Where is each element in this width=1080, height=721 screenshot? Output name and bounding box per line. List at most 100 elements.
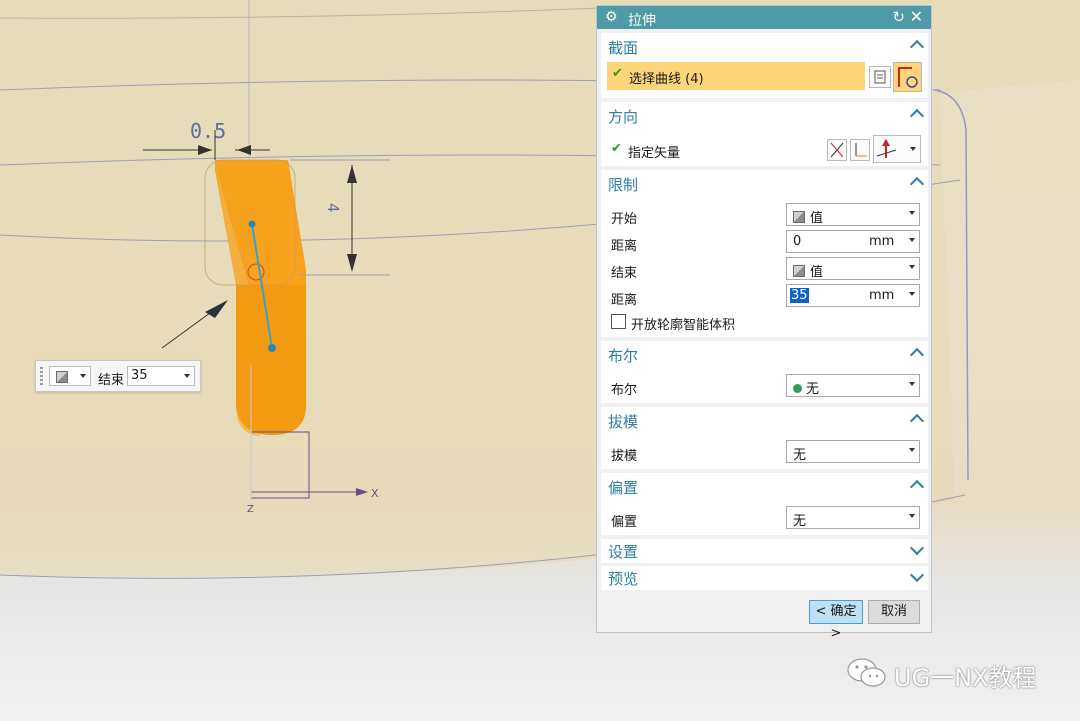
grip-handle[interactable] [40, 367, 43, 385]
start-distance-unit: mm [869, 234, 895, 249]
end-type-value: 值 [810, 265, 824, 280]
collapse-icon[interactable] [909, 108, 925, 124]
chevron-down-icon [909, 514, 915, 518]
curve-icon [898, 67, 918, 88]
select-curve-text: 选择曲线 (4) [629, 72, 704, 87]
end-distance-label: 距离 [611, 293, 638, 308]
expand-icon[interactable] [909, 567, 925, 583]
offset-value: 无 [793, 514, 807, 529]
wechat-icon [847, 658, 886, 687]
close-icon[interactable]: ✕ [910, 7, 923, 26]
chevron-down-icon [909, 238, 915, 242]
dialog-title: 拉伸 [628, 13, 656, 29]
reverse-direction-icon [830, 142, 844, 158]
start-label: 开始 [611, 212, 638, 227]
start-distance-value: 0 [793, 234, 802, 249]
vector-icon [855, 143, 867, 157]
settings-group[interactable]: 设置 [601, 539, 928, 563]
value-cube-icon [56, 371, 68, 383]
extrude-dialog[interactable]: ⚙ 拉伸 ↻ ✕ 截面 ✔ 选择曲线 (4) 方向 ✔ 指定矢量 限制 开始 值… [596, 5, 932, 641]
draft-group: 拔模 拔模 无 [601, 407, 928, 469]
start-distance-label: 距离 [611, 239, 638, 254]
collapse-icon[interactable] [909, 413, 925, 429]
collapse-icon[interactable] [909, 347, 925, 363]
solid-face [236, 285, 306, 435]
collapse-icon[interactable] [909, 39, 925, 55]
preview-group[interactable]: 预览 [601, 566, 928, 590]
offset-group: 偏置 偏置 无 [601, 473, 928, 535]
offset-title[interactable]: 偏置 [608, 477, 638, 498]
start-type-value: 值 [810, 211, 824, 226]
graphics-viewport[interactable]: 0.5 4 X Z 结束 35 ⚙ 拉伸 ↻ ✕ 截面 ✔ 选择曲线 (4) 方… [0, 0, 1080, 721]
direction-title[interactable]: 方向 [608, 106, 638, 127]
end-type-dropdown[interactable]: 值 [786, 257, 920, 280]
reset-icon[interactable]: ↻ [892, 8, 905, 26]
select-curve-row[interactable]: ✔ 选择曲线 (4) [607, 62, 865, 90]
draft-title[interactable]: 拔模 [608, 411, 638, 432]
limit-type-dropdown[interactable] [49, 366, 91, 386]
end-distance-value: 35 [790, 288, 809, 303]
sketch-section-button[interactable] [869, 66, 891, 88]
end-distance-input[interactable]: 35 mm [786, 284, 920, 307]
curve-button[interactable] [893, 62, 922, 92]
sketch-icon [874, 70, 886, 84]
settings-title[interactable]: 设置 [608, 541, 638, 562]
limits-group: 限制 开始 值 距离 0 mm 结束 值 距离 35 mm 开放轮廓智能体积 [601, 170, 928, 337]
chevron-down-icon [910, 147, 916, 151]
boolean-title[interactable]: 布尔 [608, 345, 638, 366]
chevron-down-icon [909, 382, 915, 386]
height-dimension[interactable]: 4 [324, 203, 342, 213]
dialog-titlebar[interactable]: ⚙ 拉伸 ↻ ✕ [597, 6, 931, 29]
direction-group: 方向 ✔ 指定矢量 [601, 102, 928, 166]
start-distance-input[interactable]: 0 mm [786, 230, 920, 253]
draft-dropdown[interactable]: 无 [786, 440, 920, 463]
chevron-down-icon [909, 265, 915, 269]
reverse-direction-button[interactable] [827, 139, 847, 161]
floating-input-bar[interactable]: 结束 35 [35, 360, 201, 392]
x-axis-label: X [371, 487, 379, 500]
end-value-text: 35 [131, 368, 148, 383]
value-cube-icon [793, 265, 805, 277]
offset-dropdown[interactable]: 无 [786, 506, 920, 529]
chevron-down-icon [909, 211, 915, 215]
limits-title[interactable]: 限制 [608, 174, 638, 195]
chevron-down-icon [184, 374, 190, 378]
end-label: 结束 [98, 373, 125, 388]
preview-title[interactable]: 预览 [608, 568, 638, 589]
vector-type-dropdown[interactable] [873, 135, 921, 163]
cancel-button[interactable]: 取消 [868, 600, 920, 624]
vector-end-handle[interactable] [268, 344, 276, 352]
vector-start-handle[interactable] [248, 220, 256, 228]
chevron-down-icon [909, 292, 915, 296]
end-distance-unit: mm [869, 288, 895, 303]
z-axis-label: Z [247, 504, 254, 515]
section-title[interactable]: 截面 [608, 37, 638, 58]
watermark: UG一NX教程 [846, 656, 1037, 694]
boolean-group: 布尔 布尔 无 [601, 341, 928, 403]
start-type-dropdown[interactable]: 值 [786, 203, 920, 226]
value-cube-icon [793, 211, 805, 223]
check-icon: ✔ [612, 66, 623, 81]
expand-icon[interactable] [909, 540, 925, 556]
open-profile-checkbox[interactable] [611, 314, 626, 329]
specify-vector-label: 指定矢量 [628, 146, 681, 161]
chevron-down-icon [909, 448, 915, 452]
chevron-down-icon [80, 374, 86, 378]
collapse-icon[interactable] [909, 479, 925, 495]
check-icon: ✔ [611, 141, 622, 156]
vector-dialog-button[interactable] [850, 139, 870, 161]
end-value-input[interactable]: 35 [127, 366, 195, 386]
watermark-text: UG一NX教程 [894, 664, 1037, 692]
boolean-value: 无 [806, 382, 820, 397]
boolean-none-icon [793, 384, 802, 393]
draft-label: 拔模 [611, 449, 638, 464]
offset-label: 偏置 [611, 515, 638, 530]
section-group: 截面 ✔ 选择曲线 (4) [601, 33, 928, 98]
inferred-vector-icon [876, 139, 897, 158]
collapse-icon[interactable] [909, 176, 925, 192]
width-dimension[interactable]: 0.5 [190, 119, 226, 143]
boolean-dropdown[interactable]: 无 [786, 374, 920, 397]
ok-button[interactable]: < 确定 > [809, 600, 863, 641]
open-profile-label: 开放轮廓智能体积 [631, 318, 736, 333]
gear-icon: ⚙ [605, 9, 618, 25]
